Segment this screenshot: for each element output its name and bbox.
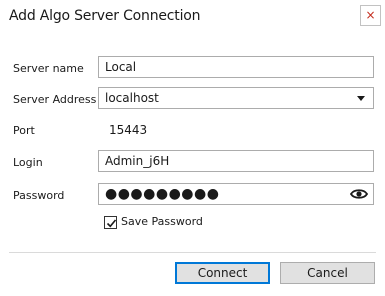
server-name-input[interactable]: Local bbox=[98, 56, 374, 78]
server-address-value: localhost bbox=[105, 91, 159, 105]
port-value: 15443 bbox=[109, 123, 148, 137]
eye-icon[interactable] bbox=[349, 187, 369, 201]
connect-button[interactable]: Connect bbox=[175, 262, 270, 284]
login-label: Login bbox=[13, 156, 43, 169]
close-button[interactable]: × bbox=[360, 5, 381, 26]
login-input[interactable]: Admin_j6H bbox=[98, 150, 374, 172]
server-address-label: Server Address bbox=[13, 93, 97, 106]
server-name-value: Local bbox=[105, 60, 137, 74]
password-label: Password bbox=[13, 189, 65, 202]
password-masked-value: ●●●●●●●●● bbox=[105, 186, 220, 202]
server-address-combobox[interactable]: localhost bbox=[98, 87, 374, 109]
dialog-title: Add Algo Server Connection bbox=[9, 8, 201, 24]
password-input[interactable]: ●●●●●●●●● bbox=[98, 183, 374, 205]
server-name-label: Server name bbox=[13, 62, 84, 75]
dropdown-arrow-icon[interactable] bbox=[357, 96, 365, 101]
checkmark-icon bbox=[106, 219, 117, 228]
cancel-button[interactable]: Cancel bbox=[280, 262, 375, 284]
add-algo-server-dialog: Add Algo Server Connection × Server name… bbox=[0, 0, 385, 296]
close-icon: × bbox=[365, 8, 376, 22]
port-label: Port bbox=[13, 124, 35, 137]
save-password-label[interactable]: Save Password bbox=[121, 215, 203, 228]
footer-divider bbox=[9, 252, 376, 253]
login-value: Admin_j6H bbox=[105, 154, 170, 168]
save-password-checkbox[interactable] bbox=[104, 216, 117, 229]
